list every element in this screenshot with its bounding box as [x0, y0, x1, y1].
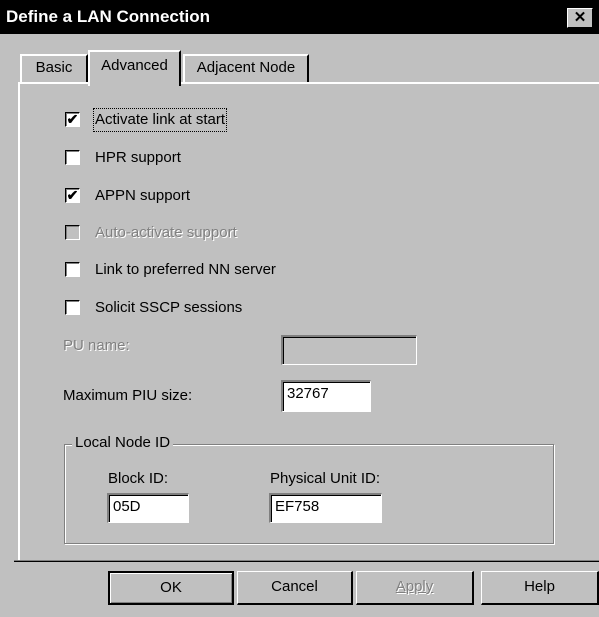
close-icon: ✕: [573, 9, 587, 26]
solicit-sscp-label[interactable]: Solicit SSCP sessions: [95, 298, 242, 318]
auto-activate-label: Auto-activate support: [95, 224, 237, 241]
help-button[interactable]: Help: [481, 571, 599, 605]
tab-advanced-label: Advanced: [101, 57, 168, 74]
button-separator: [14, 560, 599, 562]
activate-link-label[interactable]: Activate link at start: [92, 108, 228, 132]
activate-link-checkbox[interactable]: ✔: [65, 112, 80, 127]
preferred-nn-checkbox[interactable]: [65, 262, 80, 277]
cancel-button[interactable]: Cancel: [237, 571, 353, 605]
physical-unit-id-input[interactable]: EF758: [269, 493, 382, 523]
hpr-support-label[interactable]: HPR support: [95, 148, 181, 168]
define-lan-connection-dialog: Define a LAN Connection ✕ Basic Advanced…: [0, 0, 599, 617]
tab-advanced[interactable]: Advanced: [88, 50, 181, 86]
tab-adjacent-node[interactable]: Adjacent Node: [183, 54, 309, 82]
auto-activate-checkbox: [65, 225, 80, 240]
max-piu-label: Maximum PIU size:: [63, 387, 193, 404]
hpr-support-checkbox[interactable]: [65, 150, 80, 165]
max-piu-input[interactable]: 32767: [281, 380, 371, 412]
pu-name-label: PU name:: [63, 337, 130, 354]
preferred-nn-label[interactable]: Link to preferred NN server: [95, 260, 276, 280]
appn-support-label[interactable]: APPN support: [95, 186, 190, 206]
solicit-sscp-checkbox[interactable]: [65, 300, 80, 315]
apply-button: Apply: [356, 571, 474, 605]
local-node-id-title: Local Node ID: [72, 434, 174, 451]
ok-button[interactable]: OK: [108, 571, 234, 605]
apply-button-label: Apply: [395, 578, 434, 595]
title-bar[interactable]: Define a LAN Connection ✕: [0, 0, 599, 34]
block-id-label: Block ID:: [108, 470, 169, 487]
pu-name-input: [281, 335, 417, 365]
tab-basic[interactable]: Basic: [20, 54, 88, 82]
block-id-input[interactable]: 05D: [107, 493, 189, 523]
appn-support-checkbox[interactable]: ✔: [65, 188, 80, 203]
physical-unit-id-label: Physical Unit ID:: [270, 470, 381, 487]
window-title: Define a LAN Connection: [6, 7, 211, 26]
close-button[interactable]: ✕: [567, 8, 593, 28]
